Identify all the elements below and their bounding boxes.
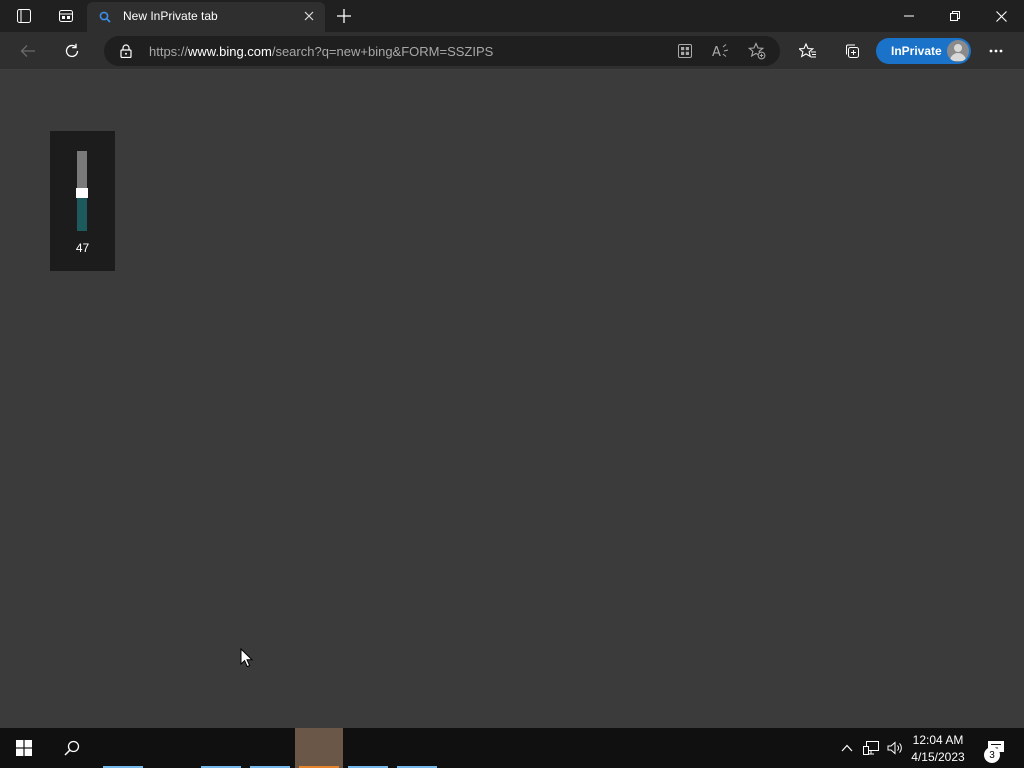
url-text[interactable]: https://www.bing.com/search?q=new+bing&F…	[149, 44, 493, 59]
svg-text:A: A	[712, 45, 721, 58]
tab-close-button[interactable]	[299, 6, 319, 26]
clock-date: 4/15/2023	[911, 750, 965, 764]
volume-slider-thumb[interactable]	[76, 188, 88, 198]
workspaces-icon	[59, 10, 73, 22]
tab-new-inprivate[interactable]: New InPrivate tab	[87, 2, 325, 32]
volume-slider[interactable]	[76, 151, 88, 231]
volume-flyout: 47	[50, 131, 115, 271]
restore-icon	[950, 11, 960, 21]
plus-icon	[337, 9, 351, 23]
close-window-button[interactable]	[978, 0, 1024, 32]
restore-button[interactable]	[932, 0, 978, 32]
search-icon	[99, 10, 111, 28]
refresh-icon	[65, 43, 79, 58]
taskbar-app-2[interactable]	[197, 728, 245, 768]
new-tab-button[interactable]	[333, 4, 355, 28]
notification-count-badge: 3	[984, 747, 1000, 763]
taskbar-app-6[interactable]	[393, 728, 441, 768]
taskbar: 12:04 AM 4/15/2023 3	[0, 728, 1024, 768]
start-button[interactable]	[0, 728, 48, 768]
tab-title: New InPrivate tab	[123, 9, 218, 23]
action-center-button[interactable]: 3	[976, 728, 1016, 768]
url-host: www.bing.com	[188, 44, 272, 59]
address-bar[interactable]: https://www.bing.com/search?q=new+bing&F…	[104, 36, 780, 66]
refresh-button[interactable]	[58, 37, 86, 65]
clock-time: 12:04 AM	[912, 733, 964, 747]
favorites-button[interactable]	[794, 37, 822, 65]
volume-value: 47	[75, 241, 90, 255]
taskbar-app-3[interactable]	[246, 728, 294, 768]
clock[interactable]: 12:04 AM 4/15/2023	[908, 732, 968, 766]
read-aloud-icon[interactable]: A	[711, 41, 731, 61]
tab-actions-icon	[17, 9, 31, 23]
search-button[interactable]	[48, 728, 96, 768]
avatar-icon	[947, 40, 969, 62]
tab-actions-button[interactable]	[10, 0, 38, 32]
app-available-icon[interactable]	[675, 41, 695, 61]
close-icon	[995, 10, 1007, 22]
more-icon	[989, 49, 1003, 53]
search-icon	[64, 740, 80, 756]
back-arrow-icon	[20, 45, 35, 57]
browser-toolbar: https://www.bing.com/search?q=new+bing&F…	[0, 32, 1024, 70]
back-button[interactable]	[14, 37, 42, 65]
collections-icon	[846, 44, 859, 58]
network-icon	[863, 741, 879, 755]
url-prefix: https://	[149, 44, 189, 59]
taskbar-app-5[interactable]	[344, 728, 392, 768]
minimize-button[interactable]	[886, 0, 932, 32]
page-content: 47	[0, 71, 1024, 728]
workspaces-button[interactable]	[52, 0, 80, 32]
add-favorite-icon[interactable]	[747, 41, 767, 61]
minimize-icon	[904, 15, 914, 17]
favorites-icon	[799, 43, 816, 58]
taskbar-app-1[interactable]	[99, 728, 147, 768]
inprivate-profile-button[interactable]: InPrivate	[876, 38, 971, 64]
mouse-cursor-icon	[240, 648, 254, 668]
title-bar: New InPrivate tab	[0, 0, 1024, 32]
settings-more-button[interactable]	[982, 37, 1010, 65]
collections-button[interactable]	[838, 37, 866, 65]
windows-logo-icon	[16, 740, 32, 756]
taskbar-app-4-active[interactable]	[295, 728, 343, 768]
speaker-icon	[887, 741, 902, 755]
volume-button[interactable]	[883, 728, 907, 768]
volume-level-fill	[77, 198, 87, 231]
chevron-up-icon	[841, 744, 853, 752]
inprivate-label: InPrivate	[891, 44, 942, 58]
show-hidden-icons-button[interactable]	[836, 728, 858, 768]
lock-icon[interactable]	[116, 41, 136, 61]
network-button[interactable]	[859, 728, 883, 768]
close-icon	[304, 11, 314, 21]
url-path: /search?q=new+bing&FORM=SSZIPS	[271, 44, 494, 59]
